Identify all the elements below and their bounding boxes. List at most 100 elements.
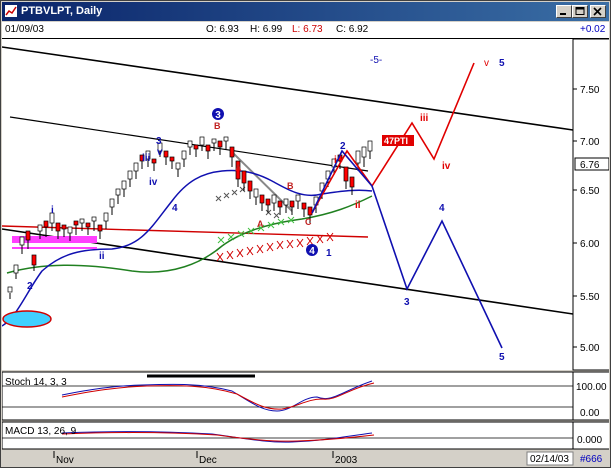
- maximize-button[interactable]: [572, 5, 588, 18]
- candle-body: [217, 140, 223, 148]
- current-price-label: 6.76: [580, 160, 600, 171]
- correction-A2-label: A: [235, 163, 242, 173]
- candle-body: [265, 198, 271, 206]
- stoch-label: Stoch 14, 3, 3: [5, 377, 67, 388]
- candle-body: [109, 198, 115, 208]
- stoch-panel: [2, 371, 574, 421]
- candle-body: [85, 222, 91, 228]
- cyan-ellipse: [2, 310, 52, 328]
- candle-body: [199, 136, 205, 146]
- time-axis-panel: [2, 451, 609, 467]
- projection-3-label: 3: [404, 297, 410, 308]
- red-i-label: i: [334, 155, 337, 166]
- candle-body: [25, 230, 31, 241]
- candle-body: [181, 150, 187, 160]
- red-v-label: v: [484, 58, 489, 69]
- info-close: C: 6.92: [336, 24, 369, 35]
- blue-v-label: v: [157, 147, 163, 158]
- candle-body: [121, 180, 127, 190]
- close-icon: [593, 7, 602, 16]
- end-date-label: 02/14/03: [530, 454, 569, 465]
- candle-body: [307, 206, 313, 216]
- candle-body: [301, 202, 307, 210]
- chart-app-icon: [5, 5, 17, 17]
- candle-body: [19, 236, 25, 246]
- stoch-tick-100: 100.00: [576, 382, 607, 393]
- candle-body: [7, 286, 13, 293]
- candle-body: [55, 222, 61, 232]
- candle-body: [253, 188, 259, 198]
- price-chart[interactable]: 3 4 47PTI -5- v 5 iii iv i ii i ii iii i…: [2, 39, 609, 467]
- blue-i-label: i: [51, 205, 54, 216]
- blue-ii-label: ii: [99, 251, 105, 262]
- candle-body: [295, 194, 301, 202]
- blue-4-label: 4: [172, 203, 178, 214]
- candle-body: [361, 146, 367, 158]
- pti-label: 47PTI: [384, 136, 408, 146]
- red-ii-label: ii: [355, 200, 361, 211]
- candle-body: [31, 254, 37, 266]
- price-tick-550: 5.50: [580, 292, 600, 303]
- price-tick-500: 5.00: [580, 343, 600, 354]
- candle-body: [193, 144, 199, 150]
- blue-2-label: 2: [27, 281, 33, 292]
- info-high: H: 6.99: [250, 24, 283, 35]
- info-low: L: 6.73: [292, 24, 323, 35]
- macd-panel: [2, 421, 574, 450]
- candle-body: [355, 150, 361, 164]
- red-iii-label: iii: [420, 113, 429, 124]
- candle-body: [247, 180, 253, 192]
- candle-body: [211, 138, 217, 144]
- candle-body: [73, 220, 79, 226]
- candle-body: [283, 198, 289, 206]
- blue-1-label: 1: [326, 248, 332, 259]
- candle-body: [187, 140, 193, 148]
- info-date: 01/09/03: [5, 24, 44, 35]
- info-open: O: 6.93: [206, 24, 239, 35]
- blue-iii-label: iii: [142, 153, 151, 164]
- candle-body: [169, 156, 175, 162]
- candle-body: [91, 216, 97, 222]
- minimize-icon: [560, 13, 566, 15]
- price-tick-750: 7.50: [580, 85, 600, 96]
- candle-body: [367, 140, 373, 152]
- candle-body: [343, 166, 349, 182]
- candle-body: [277, 200, 283, 208]
- price-tick-600: 6.00: [580, 239, 600, 250]
- correction-C-label: C: [305, 217, 312, 227]
- circle-wave-4-label: 4: [309, 246, 315, 257]
- time-label-dec: Dec: [199, 455, 217, 466]
- title-bar[interactable]: PTBVLPT, Daily: [2, 2, 609, 21]
- blue-3-label: 3: [156, 136, 162, 147]
- correction-A-label: A: [257, 219, 264, 229]
- correction-B-top-label: B: [214, 121, 221, 131]
- candle-body: [61, 224, 67, 230]
- candle-body: [289, 200, 295, 208]
- candle-body: [271, 194, 277, 204]
- time-label-2003: 2003: [335, 455, 358, 466]
- candle-body: [133, 162, 139, 172]
- candle-body: [103, 212, 109, 222]
- projection-5-label: 5: [499, 352, 505, 363]
- time-label-nov: Nov: [56, 455, 74, 466]
- candle-body: [163, 150, 169, 158]
- candle-body: [229, 146, 235, 158]
- info-change: +0.02: [580, 24, 606, 35]
- candle-body: [67, 226, 73, 234]
- maximize-icon: [575, 7, 585, 15]
- candle-body: [115, 188, 121, 196]
- candle-body: [241, 170, 247, 184]
- circle-wave-3-label: 3: [215, 110, 221, 121]
- macd-label: MACD 13, 26, 9: [5, 426, 77, 437]
- candle-body: [349, 176, 355, 188]
- correction-B-label: B: [287, 181, 294, 191]
- minimize-button[interactable]: [556, 5, 572, 18]
- candle-body: [79, 218, 85, 224]
- blue-iv-label: iv: [149, 177, 158, 188]
- candle-body: [259, 194, 265, 204]
- chart-window: PTBVLPT, Daily 01/09/03 O: 6.93 H: 6.99 …: [0, 0, 611, 468]
- close-button[interactable]: [590, 5, 606, 18]
- candle-body: [151, 158, 157, 164]
- red-iv-label: iv: [442, 161, 451, 172]
- blue-2b-label: 2: [340, 141, 346, 152]
